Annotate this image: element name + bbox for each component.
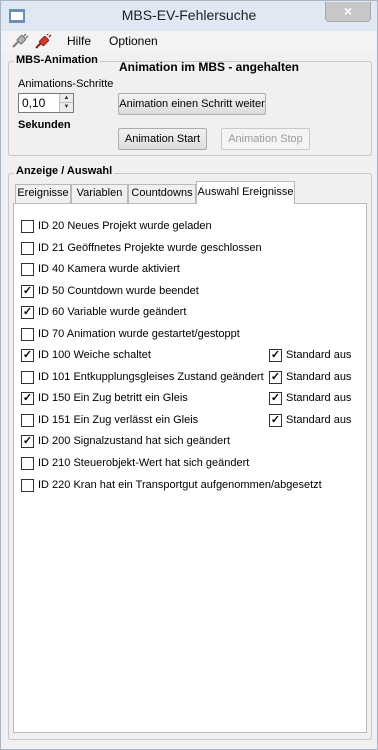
standard-label: Standard aus xyxy=(286,349,352,361)
event-label: ID 70 Animation wurde gestartet/gestoppt xyxy=(38,328,240,340)
check-icon: ✓ xyxy=(270,392,281,404)
standard-checkbox[interactable]: ✓ xyxy=(269,371,282,384)
check-icon: ✓ xyxy=(22,349,33,361)
event-row: ✓ ID 150 Ein Zug betritt ein Gleis xyxy=(21,391,261,407)
window-title: MBS-EV-Fehlersuche xyxy=(121,7,257,23)
event-row: ID 210 Steuerobjekt-Wert hat sich geände… xyxy=(21,456,361,472)
tab-variablen[interactable]: Variablen xyxy=(71,184,128,203)
standard-row: ✓ Standard aus xyxy=(269,413,359,429)
spinner-down-icon[interactable]: ▼ xyxy=(60,103,73,112)
title-bar[interactable]: MBS-EV-Fehlersuche × xyxy=(1,1,377,31)
event-checkbox[interactable] xyxy=(21,414,34,427)
check-icon: ✓ xyxy=(270,371,281,383)
event-checkbox[interactable]: ✓ xyxy=(21,285,34,298)
animation-status: Animation im MBS - angehalten xyxy=(119,60,300,74)
main-window: MBS-EV-Fehlersuche × Hilfe Optionen MBS-… xyxy=(0,0,378,750)
event-row: ID 40 Kamera wurde aktiviert xyxy=(21,262,361,278)
event-row: ID 21 Geöffnetes Projekte wurde geschlos… xyxy=(21,241,361,257)
check-icon: ✓ xyxy=(270,349,281,361)
event-label: ID 200 Signalzustand hat sich geändert xyxy=(38,435,231,447)
event-row: ID 20 Neues Projekt wurde geladen xyxy=(21,219,361,235)
standard-row: ✓ Standard aus xyxy=(269,391,359,407)
event-checkbox[interactable] xyxy=(21,242,34,255)
menu-bar: Hilfe Optionen xyxy=(2,31,376,52)
event-checkbox[interactable]: ✓ xyxy=(21,349,34,362)
event-row: ID 220 Kran hat ein Transportgut aufgeno… xyxy=(21,478,361,494)
schritte-label: Animations-Schritte xyxy=(18,78,114,90)
event-label: ID 40 Kamera wurde aktiviert xyxy=(38,263,180,275)
standard-row: ✓ Standard aus xyxy=(269,370,359,386)
event-label: ID 21 Geöffnetes Projekte wurde geschlos… xyxy=(38,242,262,254)
check-icon: ✓ xyxy=(22,392,33,404)
check-icon: ✓ xyxy=(22,285,33,297)
event-checkbox[interactable] xyxy=(21,220,34,233)
event-label: ID 101 Entkupplungsgleises Zustand geänd… xyxy=(38,371,264,383)
standard-checkbox[interactable]: ✓ xyxy=(269,349,282,362)
schritte-spinner[interactable]: 0,10 ▲ ▼ xyxy=(18,93,74,113)
standard-checkbox[interactable]: ✓ xyxy=(269,392,282,405)
display-group-title: Anzeige / Auswahl xyxy=(14,165,115,177)
tab-ereignisse[interactable]: Ereignisse xyxy=(15,184,71,203)
event-label: ID 100 Weiche schaltet xyxy=(38,349,151,361)
step-button[interactable]: Animation einen Schritt weiter xyxy=(118,93,266,115)
event-label: ID 50 Countdown wurde beendet xyxy=(38,285,199,297)
event-label: ID 151 Ein Zug verlässt ein Gleis xyxy=(38,414,199,426)
event-label: ID 20 Neues Projekt wurde geladen xyxy=(38,220,212,232)
event-checkbox[interactable]: ✓ xyxy=(21,435,34,448)
spinner-up-icon[interactable]: ▲ xyxy=(60,94,73,103)
event-checkbox[interactable] xyxy=(21,479,34,492)
start-button[interactable]: Animation Start xyxy=(118,128,207,150)
event-label: ID 150 Ein Zug betritt ein Gleis xyxy=(38,392,188,404)
plug-connected-icon[interactable] xyxy=(34,34,52,50)
event-checkbox[interactable]: ✓ xyxy=(21,306,34,319)
event-row: ✓ ID 50 Countdown wurde beendet xyxy=(21,284,361,300)
event-row: ID 151 Ein Zug verlässt ein Gleis xyxy=(21,413,261,429)
event-label: ID 220 Kran hat ein Transportgut aufgeno… xyxy=(38,479,322,491)
event-checkbox[interactable] xyxy=(21,371,34,384)
standard-checkbox[interactable]: ✓ xyxy=(269,414,282,427)
event-checkbox[interactable] xyxy=(21,457,34,470)
close-button[interactable]: × xyxy=(325,2,371,22)
standard-label: Standard aus xyxy=(286,414,352,426)
standard-row: ✓ Standard aus xyxy=(269,348,359,364)
tab-auswahl-ereignisse[interactable]: Auswahl Ereignisse xyxy=(196,181,295,204)
event-row: ID 70 Animation wurde gestartet/gestoppt xyxy=(21,327,361,343)
event-row: ✓ ID 60 Variable wurde geändert xyxy=(21,305,361,321)
standard-label: Standard aus xyxy=(286,371,352,383)
animation-group-title: MBS-Animation xyxy=(14,54,100,66)
check-icon: ✓ xyxy=(270,414,281,426)
menu-optionen[interactable]: Optionen xyxy=(109,34,158,48)
event-row: ID 101 Entkupplungsgleises Zustand geänd… xyxy=(21,370,264,386)
menu-hilfe[interactable]: Hilfe xyxy=(67,34,91,48)
event-checkbox[interactable] xyxy=(21,263,34,276)
standard-label: Standard aus xyxy=(286,392,352,404)
event-row: ✓ ID 100 Weiche schaltet xyxy=(21,348,261,364)
event-checkbox[interactable]: ✓ xyxy=(21,392,34,405)
event-checkbox[interactable] xyxy=(21,328,34,341)
tab-countdowns[interactable]: Countdowns xyxy=(128,184,196,203)
auswahl-ereignisse-panel: ID 20 Neues Projekt wurde geladen ID 21 … xyxy=(13,203,367,733)
stop-button[interactable]: Animation Stop xyxy=(221,128,310,150)
plug-icon[interactable] xyxy=(10,34,28,50)
check-icon: ✓ xyxy=(22,306,33,318)
event-label: ID 60 Variable wurde geändert xyxy=(38,306,187,318)
seconds-label: Sekunden xyxy=(18,119,71,131)
event-row: ✓ ID 200 Signalzustand hat sich geändert xyxy=(21,434,361,450)
check-icon: ✓ xyxy=(22,435,33,447)
schritte-value[interactable]: 0,10 xyxy=(22,96,45,110)
event-label: ID 210 Steuerobjekt-Wert hat sich geände… xyxy=(38,457,250,469)
